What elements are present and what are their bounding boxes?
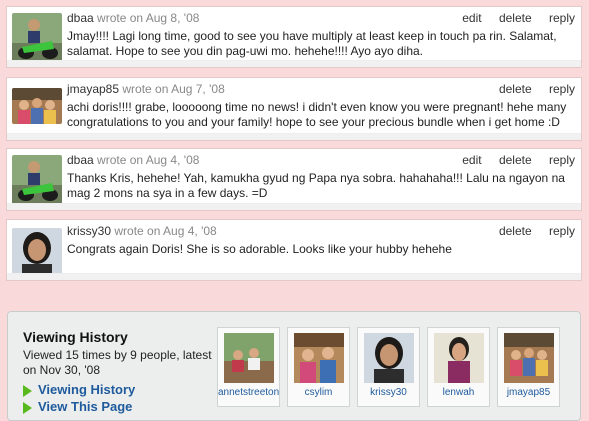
comment-actions: delete reply bbox=[485, 224, 575, 238]
viewer-name: krissy30 bbox=[370, 387, 407, 398]
viewer-name: csylim bbox=[304, 387, 333, 398]
comment-item: dbaa wrote on Aug 4, '08 edit delete rep… bbox=[6, 148, 582, 211]
viewing-history-panel: Viewing History Viewed 15 times by 9 peo… bbox=[7, 311, 581, 421]
comment-header: dbaa wrote on Aug 8, '08 edit delete rep… bbox=[67, 11, 575, 27]
viewer-card[interactable]: lenwah bbox=[427, 327, 490, 407]
comment-item: jmayap85 wrote on Aug 7, '08 delete repl… bbox=[6, 77, 582, 141]
reply-button[interactable]: reply bbox=[549, 153, 575, 167]
comment-text: Congrats again Doris! She is so adorable… bbox=[67, 242, 452, 256]
delete-button[interactable]: delete bbox=[499, 11, 532, 25]
viewer-avatar bbox=[224, 333, 274, 383]
viewing-history-title: Viewing History bbox=[23, 329, 128, 345]
avatar[interactable] bbox=[12, 155, 62, 205]
divider bbox=[7, 273, 581, 280]
arrow-right-icon bbox=[23, 384, 32, 397]
comment-item: dbaa wrote on Aug 8, '08 edit delete rep… bbox=[6, 6, 582, 68]
comment-text: achi doris!!!! grabe, looooong time no n… bbox=[67, 100, 567, 129]
delete-button[interactable]: delete bbox=[499, 153, 532, 167]
comment-date: wrote on Aug 4, '08 bbox=[97, 153, 200, 167]
reply-button[interactable]: reply bbox=[549, 224, 575, 238]
divider bbox=[7, 60, 581, 67]
comment-date: wrote on Aug 7, '08 bbox=[122, 82, 225, 96]
comment-actions: delete reply bbox=[485, 82, 575, 96]
viewer-avatar bbox=[294, 333, 344, 383]
viewer-card[interactable]: jmayap85 bbox=[497, 327, 560, 407]
comment-author[interactable]: jmayap85 bbox=[67, 82, 119, 96]
reply-button[interactable]: reply bbox=[549, 11, 575, 25]
viewer-avatar bbox=[504, 333, 554, 383]
reply-button[interactable]: reply bbox=[549, 82, 575, 96]
comment-header: krissy30 wrote on Aug 4, '08 delete repl… bbox=[67, 224, 575, 240]
viewing-history-link-label: Viewing History bbox=[38, 382, 136, 397]
viewer-avatar bbox=[434, 333, 484, 383]
avatar[interactable] bbox=[12, 228, 62, 278]
comment-text: Jmay!!!! Lagi long time, good to see you… bbox=[67, 29, 557, 58]
divider bbox=[7, 203, 581, 210]
comment-date: wrote on Aug 8, '08 bbox=[97, 11, 200, 25]
comment-text: Thanks Kris, hehehe! Yah, kamukha gyud n… bbox=[67, 171, 565, 200]
delete-button[interactable]: delete bbox=[499, 82, 532, 96]
comment-item: krissy30 wrote on Aug 4, '08 delete repl… bbox=[6, 219, 582, 281]
comment-header: dbaa wrote on Aug 4, '08 edit delete rep… bbox=[67, 153, 575, 169]
comment-author[interactable]: dbaa bbox=[67, 11, 94, 25]
avatar[interactable] bbox=[12, 88, 62, 124]
comment-author[interactable]: dbaa bbox=[67, 153, 94, 167]
viewer-name: lenwah bbox=[442, 387, 475, 398]
viewer-avatar bbox=[364, 333, 414, 383]
arrow-right-icon bbox=[23, 401, 32, 414]
comment-header: jmayap85 wrote on Aug 7, '08 delete repl… bbox=[67, 82, 575, 98]
viewer-card[interactable]: krissy30 bbox=[357, 327, 420, 407]
viewer-name: annetstreeton bbox=[218, 387, 280, 398]
comment-author[interactable]: krissy30 bbox=[67, 224, 111, 238]
comment-actions: edit delete reply bbox=[448, 153, 575, 167]
viewing-history-link[interactable]: Viewing History bbox=[23, 382, 135, 397]
comment-actions: edit delete reply bbox=[448, 11, 575, 25]
edit-button[interactable]: edit bbox=[462, 11, 481, 25]
comment-date: wrote on Aug 4, '08 bbox=[114, 224, 217, 238]
divider bbox=[7, 133, 581, 140]
edit-button[interactable]: edit bbox=[462, 153, 481, 167]
viewer-card[interactable]: annetstreeton bbox=[217, 327, 280, 407]
viewer-card[interactable]: csylim bbox=[287, 327, 350, 407]
avatar[interactable] bbox=[12, 13, 62, 63]
viewer-name: jmayap85 bbox=[506, 387, 551, 398]
viewing-history-meta: Viewed 15 times by 9 people, latest on N… bbox=[23, 348, 212, 377]
delete-button[interactable]: delete bbox=[499, 224, 532, 238]
